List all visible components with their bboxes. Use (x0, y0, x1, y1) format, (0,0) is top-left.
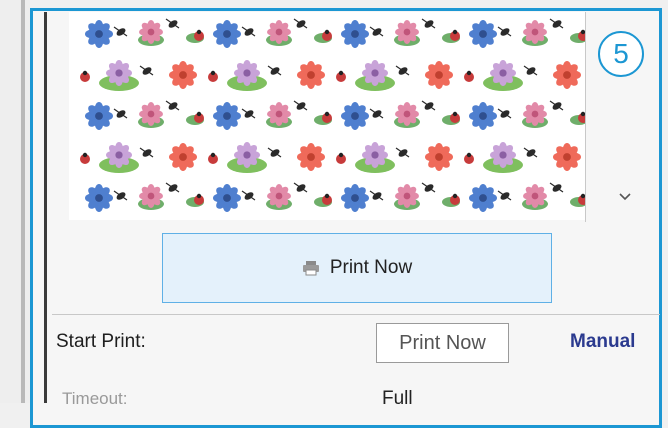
step-number-badge: 5 (598, 31, 644, 77)
panel-edge-rule (44, 12, 47, 403)
printer-icon (302, 261, 319, 276)
print-now-tooltip: Print Now (376, 323, 509, 363)
start-print-mode-link[interactable]: Manual (570, 331, 635, 353)
section-divider (52, 314, 660, 315)
window-edge-rule (21, 0, 25, 403)
design-preview (69, 12, 585, 220)
timeout-value: Full (382, 388, 413, 409)
chevron-down-icon[interactable] (618, 190, 632, 204)
floral-pattern-image (80, 18, 585, 213)
print-now-label: Print Now (329, 257, 413, 278)
window-edge (0, 0, 30, 403)
print-now-button[interactable]: Print Now (162, 233, 552, 303)
timeout-label: Timeout: (62, 389, 128, 408)
start-print-label: Start Print: (56, 331, 146, 352)
preview-scrollbar[interactable] (585, 12, 586, 222)
